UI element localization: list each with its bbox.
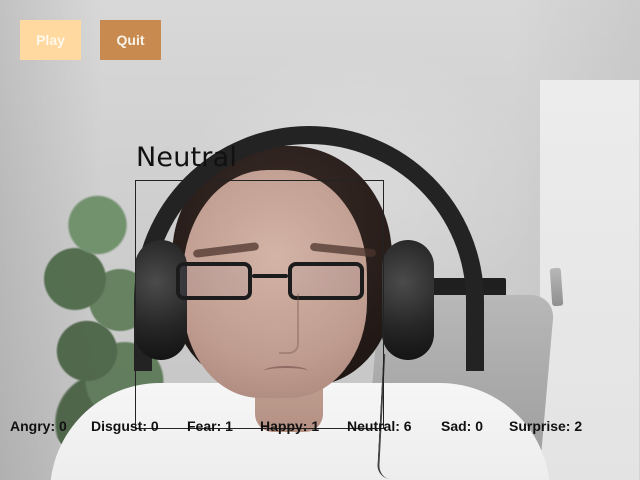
angry-count: Angry: 0 (10, 418, 67, 434)
quit-button[interactable]: Quit (100, 20, 161, 60)
neutral-count: Neutral: 6 (347, 418, 412, 434)
surprise-count: Surprise: 2 (509, 418, 583, 434)
disgust-count: Disgust: 0 (91, 418, 159, 434)
play-button[interactable]: Play (20, 20, 81, 60)
face-detection-box (135, 180, 384, 429)
happy-count: Happy: 1 (260, 418, 320, 434)
sad-count: Sad: 0 (441, 418, 484, 434)
emotion-stats: Angry: 0 Disgust: 0 Fear: 1 Happy: 1 Neu… (10, 416, 630, 436)
emotion-label: Neutral (136, 142, 238, 173)
right-earcup (382, 240, 434, 360)
fear-count: Fear: 1 (187, 418, 233, 434)
camera-view: Play Quit Neutral Angry: 0 Disgust: 0 Fe… (0, 0, 640, 480)
